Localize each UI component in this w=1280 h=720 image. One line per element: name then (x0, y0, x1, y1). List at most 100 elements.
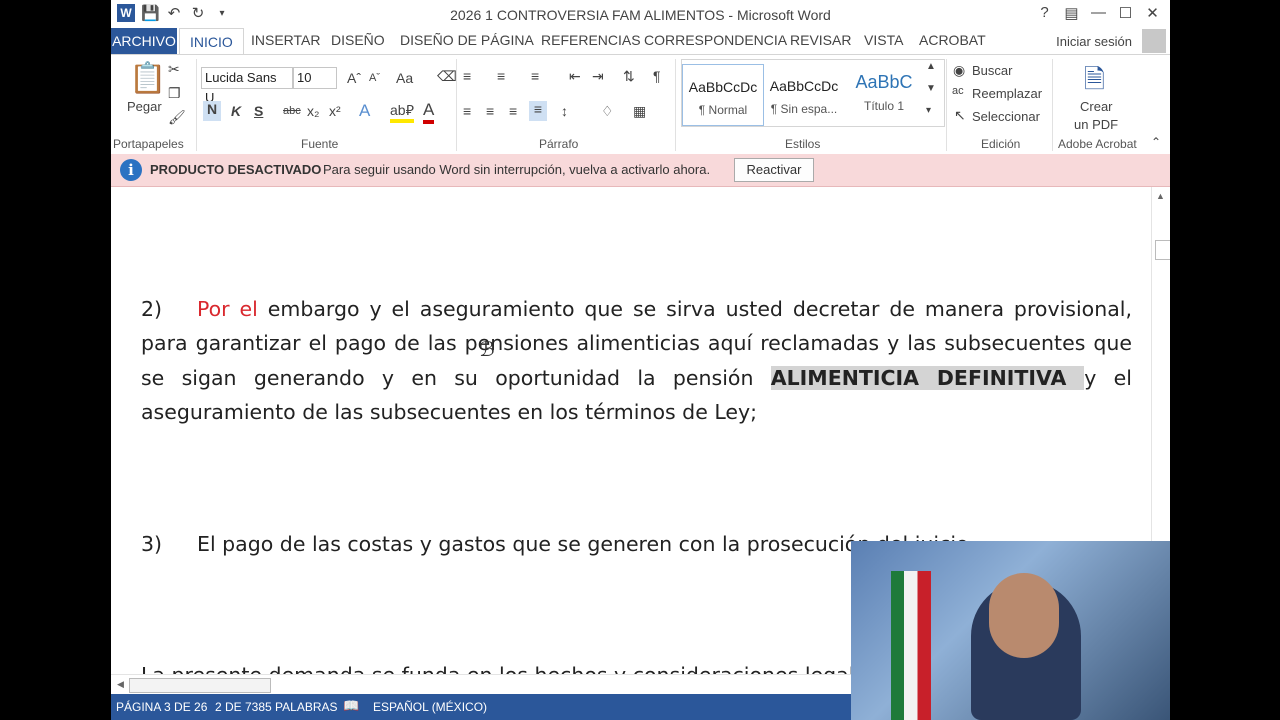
tab-referencias[interactable]: REFERENCIAS (541, 32, 641, 48)
replace-button[interactable]: Reemplazar (972, 86, 1042, 101)
tab-acrobat[interactable]: ACROBAT (919, 32, 986, 48)
paragraph-group-label: Párrafo (539, 137, 579, 151)
tab-archivo[interactable]: ARCHIVO (111, 28, 177, 54)
tab-revisar[interactable]: REVISAR (790, 32, 851, 48)
grow-font-icon[interactable]: Aˆ (347, 70, 361, 86)
help-icon[interactable]: ? (1031, 4, 1058, 22)
style-name: Título 1 (863, 99, 905, 113)
tab-insertar[interactable]: INSERTAR (251, 32, 321, 48)
highlight-color-icon[interactable]: ab⃏ (390, 101, 414, 123)
superscript-button[interactable]: x² (329, 103, 341, 119)
window-controls: ? ▤ — ☐ ✕ (1031, 4, 1166, 22)
select-arrow-icon: ↖ (954, 107, 966, 123)
scroll-thumb[interactable] (129, 678, 271, 693)
font-group-label: Fuente (301, 137, 339, 151)
tab-diseno[interactable]: DISEÑO (331, 32, 385, 48)
font-size-select[interactable]: 10 (293, 67, 337, 89)
paragraph-number: 2) (141, 297, 163, 321)
change-case-button[interactable]: Aa (396, 70, 413, 86)
style-no-spacing[interactable]: AaBbCcDc ¶ Sin espa... (764, 64, 844, 124)
underline-button[interactable]: S (254, 103, 263, 119)
font-name-select[interactable]: Lucida Sans U (201, 67, 293, 105)
scroll-thumb[interactable] (1155, 240, 1170, 260)
subscript-button[interactable]: x₂ (307, 103, 319, 119)
style-normal[interactable]: AaBbCcDc ¶ Normal (682, 64, 764, 126)
tab-diseno-pagina[interactable]: DISEÑO DE PÁGINA (400, 32, 534, 48)
window-title: 2026 1 CONTROVERSIA FAM ALIMENTOS - Micr… (450, 7, 831, 23)
scroll-up-icon[interactable]: ▲ (1156, 191, 1165, 201)
shading-icon[interactable]: ♢ (601, 103, 614, 120)
presenter-face (989, 573, 1059, 658)
styles-scroll-down-icon[interactable]: ▼ (926, 83, 936, 94)
show-marks-icon[interactable]: ¶ (653, 68, 661, 84)
info-icon: i (120, 159, 142, 181)
font-color-icon[interactable]: A (423, 100, 435, 124)
paste-button[interactable]: Pegar (127, 99, 162, 114)
reactivate-button[interactable]: Reactivar (734, 158, 814, 182)
find-button[interactable]: Buscar (972, 63, 1012, 78)
group-divider (196, 59, 197, 151)
format-painter-icon[interactable]: 🖌 (168, 109, 186, 126)
binoculars-icon: ◉ (953, 62, 966, 78)
style-preview: AaBbCcDc (688, 79, 758, 95)
align-center-icon[interactable]: ≡ (486, 103, 494, 119)
ribbon-display-icon[interactable]: ▤ (1058, 4, 1085, 22)
red-text: Por el (197, 297, 258, 321)
bullets-icon[interactable]: ≡ (463, 68, 471, 84)
tab-inicio[interactable]: INICIO (179, 28, 244, 55)
group-divider (456, 59, 457, 151)
justify-icon[interactable]: ≡ (529, 101, 547, 121)
styles-scroll-up-icon[interactable]: ▲ (926, 61, 936, 72)
word-count[interactable]: 2 DE 7385 PALABRAS (215, 700, 338, 714)
maximize-icon[interactable]: ☐ (1112, 4, 1139, 22)
styles-more-icon[interactable]: ▾ (926, 105, 931, 116)
bold-button[interactable]: N (203, 101, 221, 121)
cut-icon[interactable]: ✂ (168, 61, 180, 78)
page-indicator[interactable]: PÁGINA 3 DE 26 (116, 700, 207, 714)
replace-icon: ac (952, 85, 964, 97)
line-spacing-icon[interactable]: ↕ (561, 103, 568, 119)
italic-button[interactable]: K (231, 103, 241, 119)
strikethrough-button[interactable]: abc (283, 105, 301, 117)
select-button[interactable]: Seleccionar (972, 109, 1040, 124)
paragraph-2: 2) Por el embargo y el aseguramiento que … (141, 292, 1132, 430)
numbering-icon[interactable]: ≡ (497, 68, 505, 84)
highlighted-text: ALIMENTICIA DEFINITIVA (770, 365, 1085, 390)
sign-in-link[interactable]: Iniciar sesión (1056, 34, 1132, 49)
text-effects-icon[interactable]: A (359, 101, 370, 121)
proofing-icon[interactable]: 📖 (343, 698, 359, 714)
group-divider (675, 59, 676, 151)
minimize-icon[interactable]: — (1085, 4, 1112, 22)
increase-indent-icon[interactable]: ⇥ (592, 68, 604, 85)
sort-icon[interactable]: ⇅ (623, 68, 635, 85)
multilevel-list-icon[interactable]: ≡ (531, 68, 539, 84)
avatar[interactable] (1142, 29, 1166, 53)
scroll-left-icon[interactable]: ◀ (117, 679, 124, 690)
styles-gallery: AaBbCcDc ¶ Normal AaBbCcDc ¶ Sin espa...… (681, 59, 945, 127)
ribbon: 📋 Pegar ✂ ❐ 🖌 Portapapeles Lucida Sans U… (111, 54, 1170, 155)
banner-message: Para seguir usando Word sin interrupción… (323, 162, 711, 177)
tab-correspondencia[interactable]: CORRESPONDENCIA (644, 32, 787, 48)
create-pdf-line1[interactable]: Crear (1080, 99, 1113, 114)
styles-group-label: Estilos (785, 137, 821, 151)
borders-icon[interactable]: ▦ (633, 103, 646, 120)
webcam-overlay (851, 541, 1170, 720)
tab-vista[interactable]: VISTA (864, 32, 903, 48)
title-bar: W 💾 ↶ ↻ ▾ 2026 1 CONTROVERSIA FAM ALIMEN… (111, 0, 1170, 28)
shrink-font-icon[interactable]: Aˇ (369, 72, 380, 84)
decrease-indent-icon[interactable]: ⇤ (569, 68, 581, 85)
copy-icon[interactable]: ❐ (168, 85, 181, 102)
collapse-ribbon-icon[interactable]: ⌃ (1151, 135, 1161, 149)
style-heading1[interactable]: AaBbC Título 1 (844, 64, 924, 124)
paste-icon[interactable]: 📋 (129, 61, 166, 96)
group-divider (946, 59, 947, 151)
acrobat-group-label: Adobe Acrobat (1058, 137, 1137, 151)
language-indicator[interactable]: ESPAÑOL (MÉXICO) (373, 700, 487, 714)
text-cursor-icon: ℬ (479, 339, 495, 361)
align-left-icon[interactable]: ≡ (463, 103, 471, 119)
create-pdf-line2[interactable]: un PDF (1074, 117, 1118, 132)
clear-formatting-icon[interactable]: ⌫ (437, 68, 457, 85)
align-right-icon[interactable]: ≡ (509, 103, 517, 119)
editing-group-label: Edición (981, 137, 1021, 151)
close-icon[interactable]: ✕ (1139, 4, 1166, 22)
